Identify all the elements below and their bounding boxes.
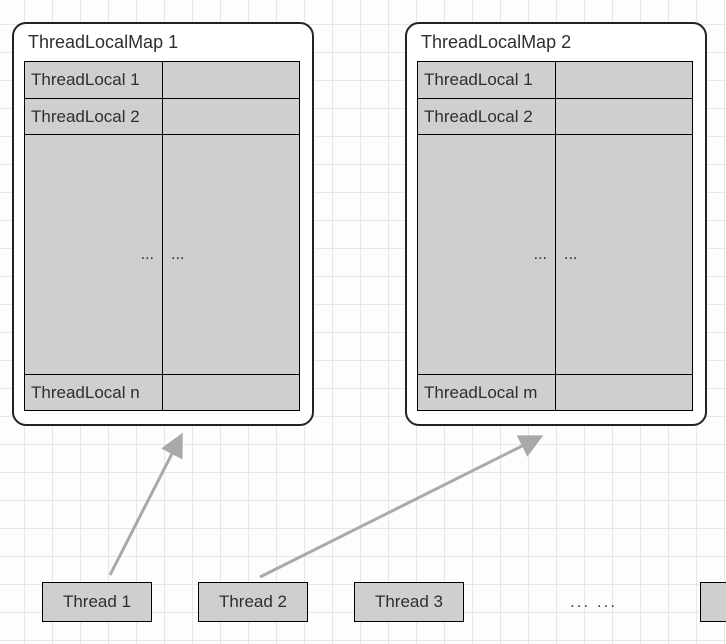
cell-key: ThreadLocal m — [418, 375, 556, 410]
cell-val — [163, 62, 299, 98]
table-row: ThreadLocal 1 — [418, 62, 692, 98]
table-row-ellipsis: ... ... — [25, 134, 299, 374]
thread-more-box-edge — [700, 582, 726, 622]
thread-label: Thread 1 — [63, 592, 131, 612]
table-row: ThreadLocal m — [418, 374, 692, 410]
cell-val — [163, 375, 299, 410]
cell-val — [556, 62, 692, 98]
thread-label: Thread 3 — [375, 592, 443, 612]
thread-label: Thread 2 — [219, 592, 287, 612]
cell-key: ThreadLocal n — [25, 375, 163, 410]
threadlocalmap-1: ThreadLocalMap 1 ThreadLocal 1 ThreadLoc… — [12, 22, 314, 426]
cell-key: ThreadLocal 2 — [25, 99, 163, 134]
map1-table: ThreadLocal 1 ThreadLocal 2 ... ... Thre… — [24, 61, 300, 411]
table-row: ThreadLocal 1 — [25, 62, 299, 98]
table-row: ThreadLocal n — [25, 374, 299, 410]
thread-1-box: Thread 1 — [42, 582, 152, 622]
map2-title: ThreadLocalMap 2 — [421, 32, 695, 53]
table-row-ellipsis: ... ... — [418, 134, 692, 374]
map1-title: ThreadLocalMap 1 — [28, 32, 302, 53]
cell-val — [556, 99, 692, 134]
cell-key: ThreadLocal 1 — [418, 62, 556, 98]
table-row: ThreadLocal 2 — [25, 98, 299, 134]
cell-val — [556, 375, 692, 410]
thread-3-box: Thread 3 — [354, 582, 464, 622]
map2-table: ThreadLocal 1 ThreadLocal 2 ... ... Thre… — [417, 61, 693, 411]
cell-val-ellipsis: ... — [556, 135, 692, 374]
thread-2-box: Thread 2 — [198, 582, 308, 622]
diagram-canvas: ThreadLocalMap 1 ThreadLocal 1 ThreadLoc… — [0, 0, 726, 644]
threadlocalmap-2: ThreadLocalMap 2 ThreadLocal 1 ThreadLoc… — [405, 22, 707, 426]
cell-key: ThreadLocal 1 — [25, 62, 163, 98]
arrow-thread2-to-map2 — [260, 438, 538, 577]
arrow-thread1-to-map1 — [110, 438, 180, 575]
threads-more-dots: ... ... — [570, 592, 617, 612]
cell-key-ellipsis: ... — [25, 135, 163, 374]
table-row: ThreadLocal 2 — [418, 98, 692, 134]
cell-val — [163, 99, 299, 134]
cell-val-ellipsis: ... — [163, 135, 299, 374]
cell-key-ellipsis: ... — [418, 135, 556, 374]
cell-key: ThreadLocal 2 — [418, 99, 556, 134]
